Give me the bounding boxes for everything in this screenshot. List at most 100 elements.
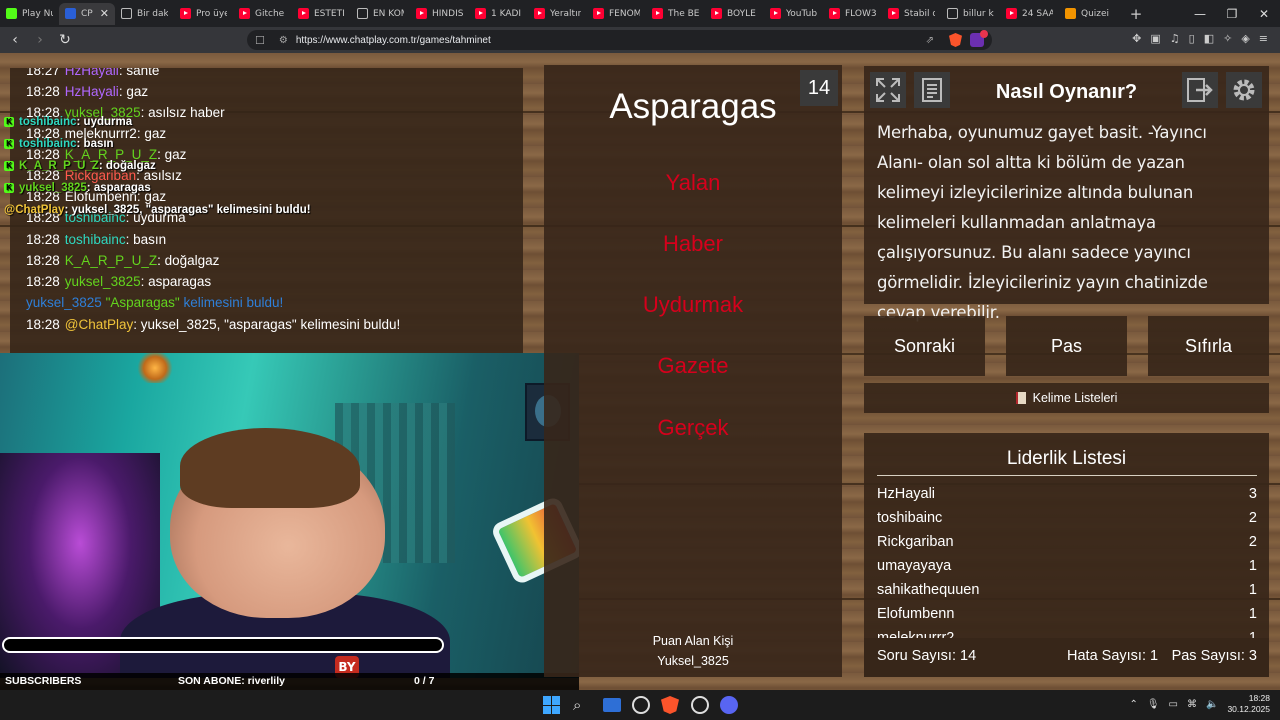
youtube-icon xyxy=(475,8,486,19)
browser-tab[interactable]: HİNDİS xyxy=(410,3,469,25)
pass-button[interactable]: Pas xyxy=(1006,316,1127,376)
chat-username[interactable]: K_A_R_P_U_Z xyxy=(65,253,157,268)
back-button[interactable]: ‹ xyxy=(5,30,25,50)
chat-message: 18:28 yuksel_3825: asparagas xyxy=(26,274,211,289)
browser-tab[interactable]: BÖYLE xyxy=(705,3,764,25)
leaderboard-row: umayayaya 1 xyxy=(877,558,1257,580)
browser-tab[interactable]: Pro üye xyxy=(174,3,233,25)
new-tab-button[interactable]: + xyxy=(1126,5,1146,23)
media-icon[interactable]: ♫ xyxy=(1170,32,1180,45)
browser-tab[interactable]: YouTub xyxy=(764,3,823,25)
kick-badge-icon: K xyxy=(4,183,14,193)
youtube-icon xyxy=(1006,8,1017,19)
scorer-name: Yuksel_3825 xyxy=(657,654,729,668)
microphone-icon[interactable]: 🎙 xyxy=(1147,699,1160,710)
browser-tab[interactable]: EN KOM xyxy=(351,3,410,25)
youtube-icon xyxy=(652,8,663,19)
globe-icon xyxy=(947,8,958,19)
subscribers-label: SUBSCRIBERS xyxy=(5,675,82,687)
extensions-icon[interactable]: ✥ xyxy=(1132,32,1141,45)
word-lists-button[interactable]: Kelime Listeleri xyxy=(864,383,1269,413)
share-icon[interactable]: ⇗ xyxy=(926,35,934,46)
clock[interactable]: 18:28 30.12.2025 xyxy=(1227,693,1270,715)
forbidden-word: Gerçek xyxy=(657,415,729,440)
brave-shield-icon[interactable] xyxy=(949,33,962,47)
browser-tab-bar: Play Nu CP ✕ Bir dakı Pro üye Gitche ESTETİ EN … xyxy=(0,0,1280,27)
reset-button[interactable]: Sıfırla xyxy=(1148,316,1269,376)
kick-username: yuksel_3825 xyxy=(19,182,87,194)
browser-tab[interactable]: FLOW3 xyxy=(823,3,882,25)
tab-title: billur ki xyxy=(963,8,994,19)
sidebar-icon[interactable]: ▯ xyxy=(1189,32,1195,45)
tab-title: Play Nu xyxy=(22,8,53,19)
question-count: Soru Sayısı: 14 xyxy=(877,648,977,664)
leaderboard-row: HzHayali 3 xyxy=(877,486,1257,508)
browser-tab[interactable]: FENOM xyxy=(587,3,646,25)
settings-button[interactable] xyxy=(1226,72,1262,108)
maximize-button[interactable]: ❐ xyxy=(1216,7,1248,21)
chat-username[interactable]: HzHayali xyxy=(65,68,119,78)
browser-tab[interactable]: Bir dakı xyxy=(115,3,174,25)
obs-icon[interactable] xyxy=(691,696,709,714)
browser-tab[interactable]: Gitche xyxy=(233,3,292,25)
file-explorer-icon[interactable] xyxy=(603,698,621,712)
volume-icon[interactable]: 🔈 xyxy=(1206,699,1218,710)
reload-button[interactable]: ↻ xyxy=(55,30,75,50)
browser-tab[interactable]: CP ✕ xyxy=(59,2,115,25)
wallet-icon[interactable]: ◧ xyxy=(1204,32,1214,45)
browser-tab[interactable]: 1 KADI xyxy=(469,3,528,25)
forward-button[interactable]: › xyxy=(30,30,50,50)
chevron-up-icon[interactable]: ⌃ xyxy=(1129,699,1137,710)
network-icon[interactable]: ⌘ xyxy=(1187,699,1197,710)
next-button[interactable]: Sonraki xyxy=(864,316,985,376)
chat-message: 18:28 HzHayali: gaz xyxy=(26,84,148,99)
browser-tab[interactable]: 24 SAA xyxy=(1000,3,1059,25)
browser-tab[interactable]: The BE xyxy=(646,3,705,25)
screenshot-icon[interactable]: ▣ xyxy=(1150,32,1160,45)
browser-toolbar: ‹ › ↻ ☐ ⚙ https://www.chatplay.com.tr/ga… xyxy=(0,27,1280,53)
youtube-icon xyxy=(593,8,604,19)
start-button[interactable] xyxy=(543,696,561,714)
chat-username[interactable]: HzHayali xyxy=(65,84,119,99)
minimize-button[interactable]: — xyxy=(1184,7,1216,21)
browser-tab[interactable]: ESTETİ xyxy=(292,3,351,25)
chat-text: : doğalgaz xyxy=(157,253,220,268)
leaderboard-row: sahikathequuen 1 xyxy=(877,582,1257,604)
chatgpt-icon[interactable] xyxy=(632,696,650,714)
close-tab-icon[interactable]: ✕ xyxy=(100,7,109,20)
tab-title: The BE xyxy=(668,8,699,19)
menu-icon[interactable]: ≡ xyxy=(1259,32,1268,45)
kick-badge-icon: K xyxy=(4,161,14,171)
brave-icon[interactable] xyxy=(661,696,679,714)
chat-username[interactable]: yuksel_3825 xyxy=(65,274,141,289)
scorer-label: Puan Alan Kişi xyxy=(652,634,734,648)
display-icon[interactable]: ▭ xyxy=(1169,699,1178,710)
browser-tab[interactable]: billur ki xyxy=(941,3,1000,25)
chat-username[interactable]: toshibainc xyxy=(65,232,126,247)
site-info-icon[interactable]: ⚙ xyxy=(279,35,288,46)
address-bar[interactable]: ☐ ⚙ https://www.chatplay.com.tr/games/ta… xyxy=(247,30,992,50)
leo-icon[interactable]: ✧ xyxy=(1223,32,1232,45)
exit-button[interactable] xyxy=(1182,72,1218,108)
browser-tab[interactable]: Quizei xyxy=(1059,3,1118,25)
search-icon[interactable]: ⌕ xyxy=(573,696,591,714)
notes-button[interactable] xyxy=(914,72,950,108)
leaderboard-row: toshibainc 2 xyxy=(877,510,1257,532)
browser-tab[interactable]: Play Nu xyxy=(0,3,59,25)
player-score: 1 xyxy=(1248,582,1257,598)
youtube-icon xyxy=(770,8,781,19)
fullscreen-button[interactable] xyxy=(870,72,906,108)
chat-time: 18:27 xyxy=(26,68,60,78)
vpn-icon[interactable]: ◈ xyxy=(1241,32,1249,45)
tab-title: Quizei xyxy=(1081,8,1110,19)
close-window-button[interactable]: ✕ xyxy=(1248,7,1280,21)
tab-title: Gitche xyxy=(255,8,285,19)
player-score: 3 xyxy=(1248,486,1257,502)
brave-rewards-icon[interactable] xyxy=(970,30,988,47)
bookmark-icon[interactable]: ☐ xyxy=(255,34,265,47)
notes-icon xyxy=(922,78,942,102)
browser-tab[interactable]: Yeraltın xyxy=(528,3,587,25)
discord-icon[interactable] xyxy=(720,696,738,714)
browser-tab[interactable]: Stabil d xyxy=(882,3,941,25)
chat-text: : gaz xyxy=(136,126,167,141)
